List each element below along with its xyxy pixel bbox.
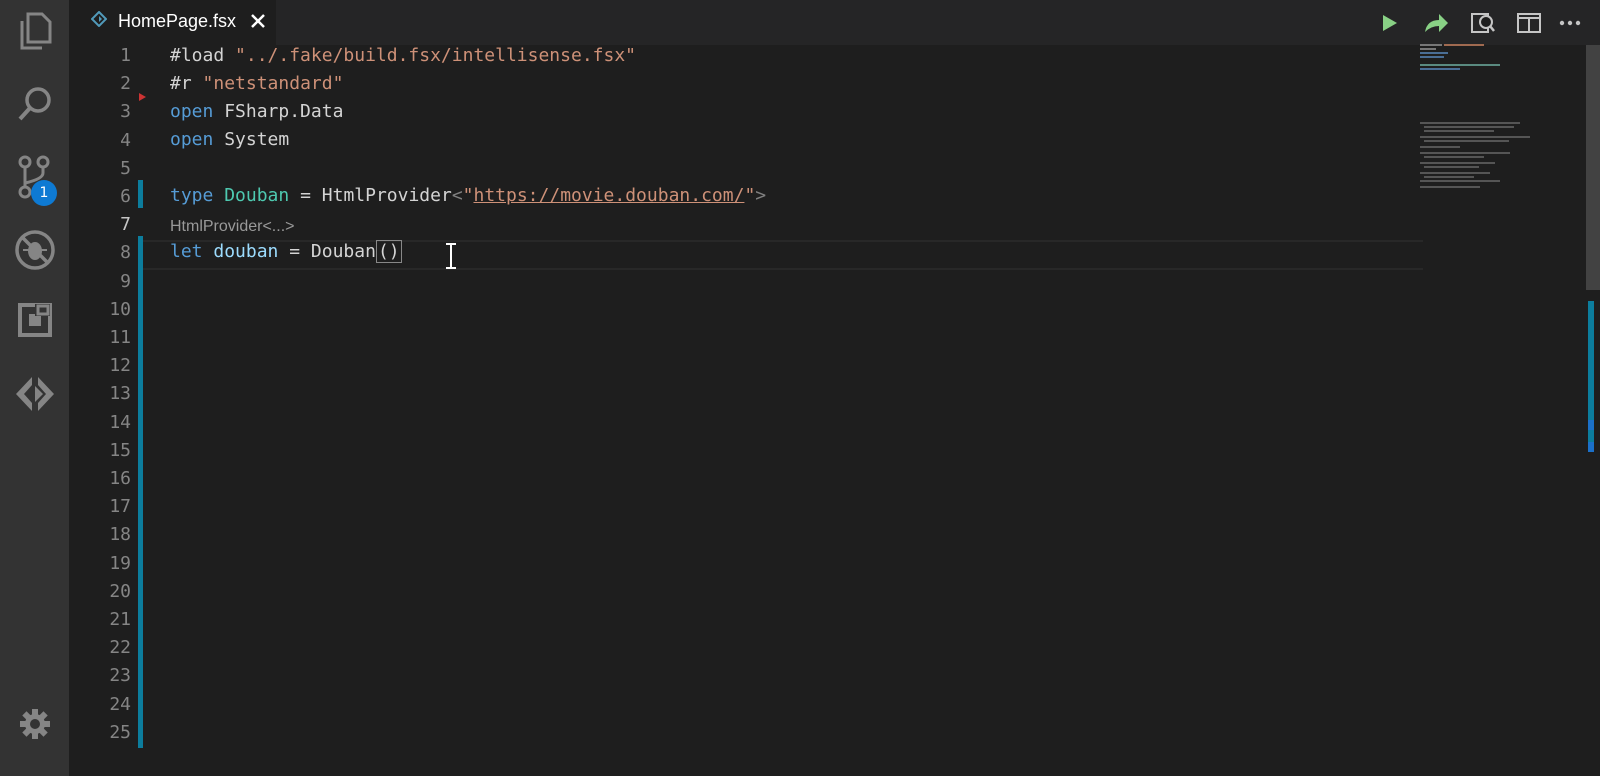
extensions-icon[interactable] [0, 292, 69, 348]
line-number: 20 [109, 580, 131, 602]
text-cursor-icon [444, 243, 458, 273]
line-number: 11 [109, 327, 131, 348]
search-icon[interactable] [0, 76, 69, 132]
line-number: 17 [109, 496, 131, 518]
bracket-match: () [375, 240, 402, 263]
line-number: 12 [109, 355, 131, 377]
code-line: #r "netstandard" [170, 73, 344, 94]
codelens-type-hint[interactable]: HtmlProvider<...> [170, 213, 294, 241]
line-number-gutter: 1 2 3 4 5 6 7 8 9 10 11 12 13 14 15 16 17 18 19 20 21 22 23 24 2… [69, 45, 139, 776]
tab-bar: HomePage.fsx [69, 0, 1600, 45]
code-line: type Douban = HtmlProvider<"https://movi… [170, 185, 767, 206]
more-icon[interactable] [1555, 8, 1585, 38]
line-number: 21 [109, 609, 131, 630]
open-preview-icon[interactable] [1468, 8, 1498, 38]
line-number: 14 [109, 411, 131, 433]
code-line: open System [170, 129, 290, 150]
scrollbar-thumb[interactable] [1586, 45, 1600, 290]
line-number: 9 [120, 270, 131, 292]
close-icon[interactable] [250, 13, 266, 33]
send-icon[interactable] [1421, 8, 1451, 38]
line-number: 7 [120, 214, 131, 236]
line-number: 8 [120, 242, 131, 264]
line-number: 13 [109, 383, 131, 405]
line-number: 4 [120, 129, 131, 151]
tab-homepage-fsx[interactable]: HomePage.fsx [69, 0, 276, 45]
line-number: 6 [120, 186, 131, 207]
line-number: 2 [120, 73, 131, 95]
line-number: 19 [109, 552, 131, 574]
code-line: let douban = Douban() [170, 240, 402, 263]
gear-icon[interactable] [0, 696, 69, 752]
line-number: 25 [109, 721, 131, 743]
deleted-lines-marker[interactable] [139, 93, 146, 101]
line-number: 1 [120, 45, 131, 66]
line-number: 23 [109, 665, 131, 687]
split-editor-icon[interactable] [1514, 8, 1544, 38]
line-number: 16 [109, 468, 131, 489]
line-number: 15 [109, 439, 131, 461]
diff-indicator[interactable] [138, 236, 143, 748]
activity-bar: 1 [0, 0, 69, 776]
line-number: 22 [109, 637, 131, 659]
line-number: 18 [109, 524, 131, 546]
code-line: open FSharp.Data [170, 101, 344, 122]
line-number: 5 [120, 157, 131, 179]
fsharp-file-icon [90, 10, 108, 31]
tab-label: HomePage.fsx [118, 11, 237, 31]
line-number: 3 [120, 101, 131, 123]
fsharp-icon[interactable] [0, 366, 69, 422]
minimap[interactable] [1420, 40, 1580, 240]
vertical-scrollbar[interactable] [1586, 45, 1600, 776]
line-number: 24 [109, 693, 131, 715]
explorer-icon[interactable] [0, 3, 69, 59]
diff-indicator[interactable] [138, 180, 143, 208]
scrollbar-marker [1588, 420, 1594, 430]
source-control-badge: 1 [31, 180, 57, 206]
scrollbar-marker [1588, 442, 1594, 452]
url-link[interactable]: https://movie.douban.com/ [474, 185, 745, 206]
line-number: 10 [109, 298, 131, 320]
run-icon[interactable] [1374, 8, 1404, 38]
code-line: #load "../.fake/build.fsx/intellisense.f… [170, 45, 636, 66]
debug-icon[interactable] [0, 222, 69, 278]
